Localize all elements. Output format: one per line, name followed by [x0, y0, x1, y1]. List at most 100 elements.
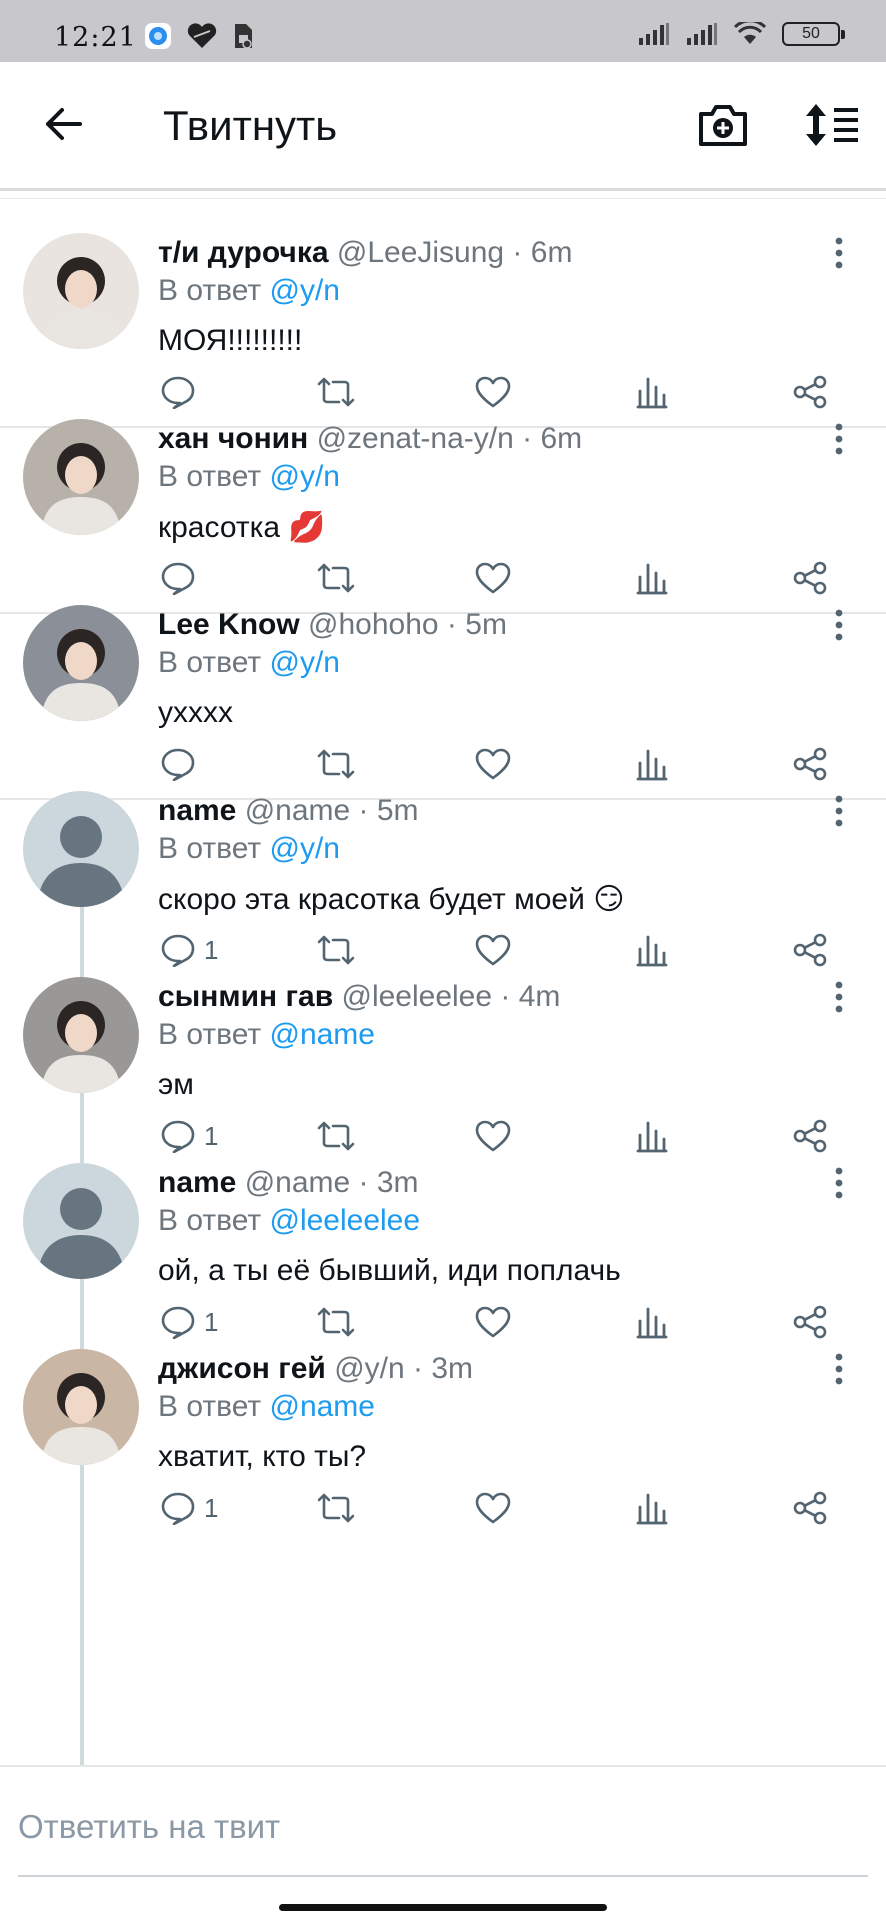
- battery-icon: 50: [782, 22, 845, 46]
- heart-app-icon: [187, 23, 217, 48]
- more-vertical-icon: [835, 981, 843, 1013]
- more-options-button[interactable]: [826, 1166, 852, 1200]
- reply-tweet[interactable]: джисон гей @y/n · 3m В ответ @name хватит,…: [0, 1316, 886, 1544]
- thread-sort-button[interactable]: [802, 98, 860, 152]
- handle-and-time: @zenat-na-y/n · 6m: [316, 422, 583, 455]
- handle-and-time: @name · 3m: [244, 1166, 419, 1199]
- avatar[interactable]: [23, 977, 139, 1093]
- replying-to-handle[interactable]: @name: [269, 1390, 375, 1423]
- replying-to-label: В ответ: [158, 1204, 262, 1237]
- handle-and-time: @y/n · 3m: [334, 1352, 473, 1385]
- sim-settings-icon: [235, 24, 252, 49]
- replying-to-handle[interactable]: @y/n: [269, 274, 339, 307]
- camera-button[interactable]: [696, 98, 750, 152]
- display-name[interactable]: т/и дурочка: [158, 236, 329, 269]
- avatar[interactable]: [23, 419, 139, 535]
- reply-bar: [0, 1765, 886, 1920]
- replying-to: В ответ @y/n: [158, 832, 340, 866]
- tweet-actions: 1: [158, 1486, 838, 1530]
- display-name[interactable]: name: [158, 1166, 236, 1199]
- share-icon: [792, 1491, 828, 1525]
- replying-to: В ответ @name: [158, 1018, 375, 1052]
- tweet-text: эм: [158, 1068, 194, 1101]
- signal-icon-2: [687, 23, 717, 45]
- more-options-button[interactable]: [826, 1352, 852, 1386]
- more-options-button[interactable]: [826, 608, 852, 642]
- tweet-header: хан чонин @zenat-na-y/n · 6m: [158, 422, 582, 456]
- reply-input[interactable]: [18, 1799, 868, 1855]
- tweet-text: скоро эта красотка будет моей 😏: [158, 883, 625, 916]
- replying-to-label: В ответ: [158, 460, 262, 493]
- tweet-header: name @name · 3m: [158, 1166, 419, 1200]
- header-divider: [0, 188, 886, 191]
- more-vertical-icon: [835, 609, 843, 641]
- handle-and-time: @LeeJisung · 6m: [336, 236, 573, 269]
- replying-to-handle[interactable]: @name: [269, 1018, 375, 1051]
- replying-to-label: В ответ: [158, 274, 262, 307]
- header-divider-secondary: [0, 198, 886, 199]
- tweet-header: Lee Know @hohoho · 5m: [158, 608, 507, 642]
- tweet-text: красотка 💋: [158, 511, 326, 544]
- more-options-button[interactable]: [826, 794, 852, 828]
- replying-to-label: В ответ: [158, 646, 262, 679]
- replying-to-label: В ответ: [158, 1018, 262, 1051]
- replying-to-label: В ответ: [158, 1390, 262, 1423]
- replying-to-handle[interactable]: @y/n: [269, 832, 339, 865]
- reply-input-underline: [18, 1875, 868, 1877]
- more-options-button[interactable]: [826, 236, 852, 270]
- more-options-button[interactable]: [826, 980, 852, 1014]
- more-vertical-icon: [835, 423, 843, 455]
- tweet-header: name @name · 5m: [158, 794, 419, 828]
- replying-to: В ответ @leeleelee: [158, 1204, 420, 1238]
- sort-icon: [806, 104, 858, 146]
- handle-and-time: @name · 5m: [244, 794, 419, 827]
- handle-and-time: @hohoho · 5m: [308, 608, 507, 641]
- replying-to: В ответ @y/n: [158, 274, 340, 308]
- page-title: Твитнуть: [163, 102, 338, 149]
- like-button[interactable]: [474, 1486, 512, 1530]
- more-options-button[interactable]: [826, 422, 852, 456]
- tweet-header: джисон гей @y/n · 3m: [158, 1352, 473, 1386]
- replying-to: В ответ @y/n: [158, 460, 340, 494]
- more-vertical-icon: [835, 1167, 843, 1199]
- status-indicators: 50: [638, 22, 845, 46]
- bar-chart-icon: [636, 1491, 668, 1525]
- display-name[interactable]: хан чонин: [158, 422, 308, 455]
- share-button[interactable]: [792, 1486, 828, 1530]
- browser-app-icon: [145, 23, 171, 49]
- avatar[interactable]: [23, 1349, 139, 1465]
- arrow-left-icon: [46, 108, 82, 140]
- wifi-icon: [734, 22, 766, 44]
- replying-to-handle[interactable]: @y/n: [269, 646, 339, 679]
- retweet-button[interactable]: [316, 1486, 356, 1530]
- replying-to-handle[interactable]: @y/n: [269, 460, 339, 493]
- view-stats-button[interactable]: [636, 1486, 668, 1530]
- avatar[interactable]: [23, 233, 139, 349]
- status-app-icons: [144, 22, 254, 50]
- replying-to-label: В ответ: [158, 832, 262, 865]
- reply-button[interactable]: 1: [160, 1486, 218, 1530]
- replying-to: В ответ @name: [158, 1390, 375, 1424]
- display-name[interactable]: джисон гей: [158, 1352, 326, 1385]
- signal-icon: [639, 23, 669, 45]
- replying-to: В ответ @y/n: [158, 646, 340, 680]
- tweet-text: ой, а ты её бывший, иди поплачь: [158, 1254, 621, 1287]
- reply-count: 1: [204, 1492, 219, 1523]
- display-name[interactable]: сынмин гав: [158, 980, 333, 1013]
- avatar[interactable]: [23, 1163, 139, 1279]
- tweet-header: сынмин гав @leeleelee · 4m: [158, 980, 560, 1014]
- display-name[interactable]: name: [158, 794, 236, 827]
- avatar[interactable]: [23, 605, 139, 721]
- back-button[interactable]: [40, 100, 88, 148]
- retweet-icon: [316, 1491, 356, 1525]
- more-vertical-icon: [835, 1353, 843, 1385]
- status-bar: 12:21 50: [0, 0, 886, 62]
- more-vertical-icon: [835, 237, 843, 269]
- replying-to-handle[interactable]: @leeleelee: [269, 1204, 420, 1237]
- avatar[interactable]: [23, 791, 139, 907]
- display-name[interactable]: Lee Know: [158, 608, 300, 641]
- tweet-text: уxxxx: [158, 696, 233, 729]
- tweet-text: хватит, кто ты?: [158, 1440, 367, 1473]
- home-indicator[interactable]: [279, 1904, 607, 1911]
- tweet-text: МОЯ!!!!!!!!!: [158, 324, 303, 357]
